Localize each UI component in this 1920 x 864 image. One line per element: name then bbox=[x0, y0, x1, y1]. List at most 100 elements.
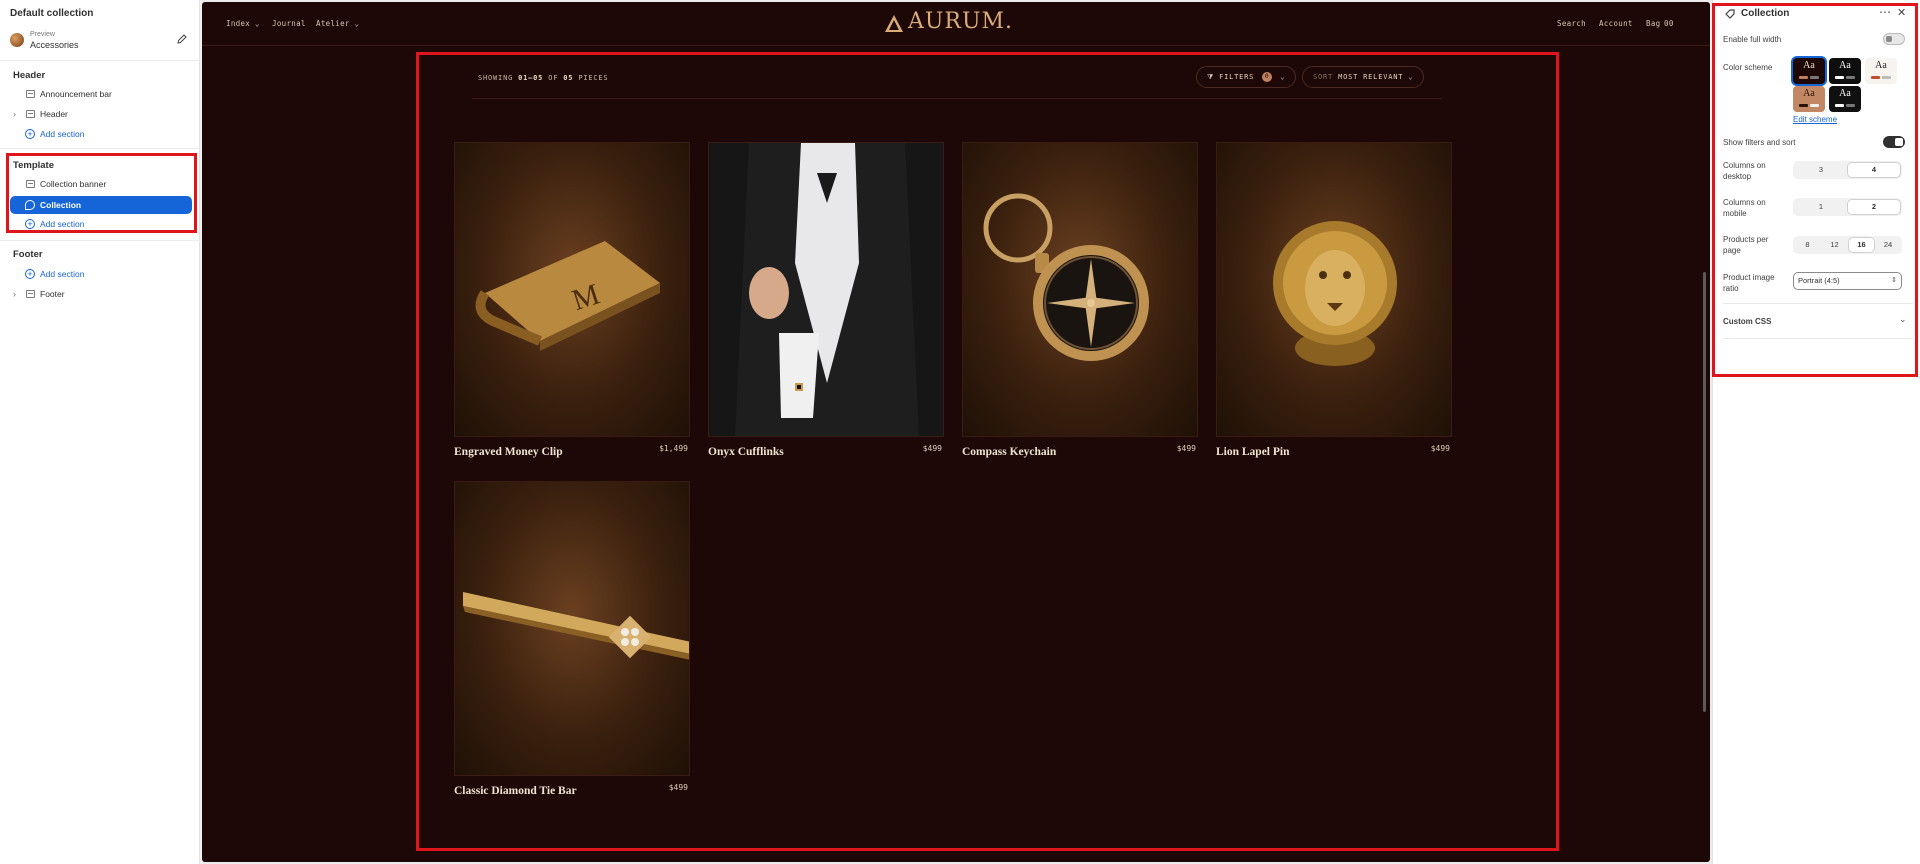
option-8[interactable]: 8 bbox=[1795, 238, 1820, 252]
color-scheme-swatch-5[interactable]: Aa bbox=[1829, 86, 1861, 112]
add-section-template[interactable]: + Add section bbox=[10, 215, 192, 233]
close-icon[interactable]: ✕ bbox=[1897, 6, 1906, 19]
product-name[interactable]: Engraved Money Clip bbox=[454, 446, 563, 458]
product-image[interactable] bbox=[454, 481, 690, 776]
option-12[interactable]: 12 bbox=[1822, 238, 1847, 252]
product-name[interactable]: Compass Keychain bbox=[962, 446, 1056, 458]
nav-label: Atelier bbox=[316, 19, 350, 28]
preview-selector[interactable]: Preview Accessories bbox=[10, 30, 192, 52]
image-ratio-value: Portrait (4:5) bbox=[1798, 276, 1840, 285]
option-3[interactable]: 3 bbox=[1795, 163, 1847, 177]
group-template-title: Template bbox=[13, 160, 55, 171]
sidebar-item-header[interactable]: › Header bbox=[10, 105, 192, 123]
storefront-preview: Index ⌄ Journal Atelier ⌄ AURUM. Search … bbox=[202, 2, 1710, 862]
results-count: SHOWING 01–05 OF 05 PIECES bbox=[478, 74, 608, 82]
logo-mark-icon bbox=[885, 15, 903, 32]
account-link[interactable]: Account bbox=[1599, 19, 1633, 28]
sort-value: MOST RELEVANT bbox=[1338, 73, 1404, 81]
bag-link[interactable]: Bag bbox=[1646, 19, 1660, 28]
columns-mobile-label: Columns on mobile bbox=[1723, 198, 1766, 218]
pencil-icon[interactable] bbox=[176, 33, 188, 45]
product-image[interactable]: M bbox=[454, 142, 690, 437]
toolbar-divider bbox=[472, 98, 1442, 99]
select-arrows-icon: ⇕ bbox=[1891, 277, 1897, 284]
preview-scrollbar[interactable] bbox=[1703, 272, 1706, 712]
divider bbox=[1723, 338, 1913, 339]
add-section-label: Add section bbox=[40, 129, 85, 139]
nav-journal[interactable]: Journal bbox=[272, 19, 306, 28]
chevron-down-icon[interactable]: ⌄ bbox=[1899, 314, 1907, 325]
product-image[interactable] bbox=[708, 142, 944, 437]
chevron-down-icon: ⌄ bbox=[1280, 73, 1286, 81]
custom-css-label[interactable]: Custom CSS bbox=[1723, 316, 1771, 327]
lion-icon bbox=[1273, 221, 1397, 366]
section-icon bbox=[26, 110, 35, 118]
chevron-right-icon[interactable]: › bbox=[13, 105, 16, 123]
show-filters-toggle[interactable] bbox=[1883, 136, 1905, 148]
filter-icon: ⧩ bbox=[1207, 73, 1215, 81]
product-price: $499 bbox=[668, 783, 688, 792]
columns-mobile-segmented: 1 2 bbox=[1793, 198, 1902, 216]
section-icon bbox=[26, 290, 35, 298]
sidebar-item-collection[interactable]: Collection bbox=[10, 196, 192, 214]
template-title: Default collection bbox=[10, 8, 94, 19]
option-16[interactable]: 16 bbox=[1849, 238, 1874, 252]
full-width-label: Enable full width bbox=[1723, 35, 1782, 44]
add-section-label: Add section bbox=[40, 219, 85, 229]
showing-total: 05 bbox=[563, 74, 574, 82]
search-link[interactable]: Search bbox=[1557, 19, 1586, 28]
option-2[interactable]: 2 bbox=[1848, 200, 1900, 214]
divider bbox=[0, 60, 200, 61]
columns-desktop-label: Columns on desktop bbox=[1723, 161, 1766, 181]
product-price: $1,499 bbox=[659, 444, 688, 453]
bag-count: 00 bbox=[1664, 19, 1674, 28]
preview-canvas: Index ⌄ Journal Atelier ⌄ AURUM. Search … bbox=[202, 0, 1712, 864]
sidebar-item-announcement-bar[interactable]: Announcement bar bbox=[10, 85, 192, 103]
product-image[interactable] bbox=[1216, 142, 1452, 437]
sidebar-item-label: Header bbox=[40, 109, 68, 119]
product-name[interactable]: Lion Lapel Pin bbox=[1216, 446, 1290, 458]
product-image[interactable] bbox=[962, 142, 1198, 437]
color-scheme-swatch-4[interactable]: Aa bbox=[1793, 86, 1825, 112]
option-24[interactable]: 24 bbox=[1876, 238, 1900, 252]
option-4[interactable]: 4 bbox=[1848, 163, 1900, 177]
group-header-title: Header bbox=[13, 70, 46, 81]
edit-scheme-link[interactable]: Edit scheme bbox=[1793, 115, 1837, 124]
plus-circle-icon: + bbox=[25, 129, 35, 139]
product-price: $499 bbox=[922, 444, 942, 453]
sidebar-item-collection-banner[interactable]: Collection banner bbox=[10, 175, 192, 193]
product-name[interactable]: Classic Diamond Tie Bar bbox=[454, 785, 577, 797]
full-width-toggle[interactable] bbox=[1883, 33, 1905, 45]
show-filters-label: Show filters and sort bbox=[1723, 138, 1796, 147]
panel-title: Collection bbox=[1741, 8, 1790, 19]
logo-wordmark: AURUM. bbox=[908, 9, 1014, 34]
add-section-footer[interactable]: + Add section bbox=[10, 265, 192, 283]
showing-of: OF bbox=[548, 74, 559, 82]
chevron-right-icon[interactable]: › bbox=[13, 285, 16, 303]
showing-range: 01–05 bbox=[518, 74, 544, 82]
nav-label: Index bbox=[226, 19, 251, 28]
add-section-header[interactable]: + Add section bbox=[10, 125, 192, 143]
more-icon[interactable]: ⋯ bbox=[1879, 5, 1891, 19]
divider bbox=[1723, 303, 1913, 304]
preview-thumbnail bbox=[10, 33, 24, 47]
sidebar-item-footer[interactable]: › Footer bbox=[10, 285, 192, 303]
color-scheme-swatch-1[interactable]: Aa bbox=[1793, 58, 1825, 84]
showing-suffix: PIECES bbox=[578, 74, 609, 82]
image-ratio-label: Product image ratio bbox=[1723, 273, 1775, 293]
image-ratio-select[interactable]: Portrait (4:5) ⇕ bbox=[1793, 272, 1902, 290]
collection-icon bbox=[1725, 9, 1735, 19]
left-sidebar: Default collection Preview Accessories H… bbox=[0, 0, 200, 864]
nav-atelier[interactable]: Atelier ⌄ bbox=[316, 19, 359, 28]
product-name[interactable]: Onyx Cufflinks bbox=[708, 446, 784, 458]
sort-dropdown[interactable]: SORT MOST RELEVANT ⌄ bbox=[1302, 66, 1425, 88]
sidebar-item-label: Announcement bar bbox=[40, 89, 112, 99]
sidebar-item-label: Collection bbox=[40, 200, 82, 210]
option-1[interactable]: 1 bbox=[1795, 200, 1847, 214]
filters-button[interactable]: ⧩ FILTERS 0 ⌄ bbox=[1196, 66, 1297, 88]
nav-index[interactable]: Index ⌄ bbox=[226, 19, 260, 28]
color-scheme-swatch-2[interactable]: Aa bbox=[1829, 58, 1861, 84]
color-scheme-swatch-3[interactable]: Aa bbox=[1865, 58, 1897, 84]
section-icon bbox=[26, 180, 35, 188]
sort-prefix: SORT bbox=[1313, 73, 1334, 81]
